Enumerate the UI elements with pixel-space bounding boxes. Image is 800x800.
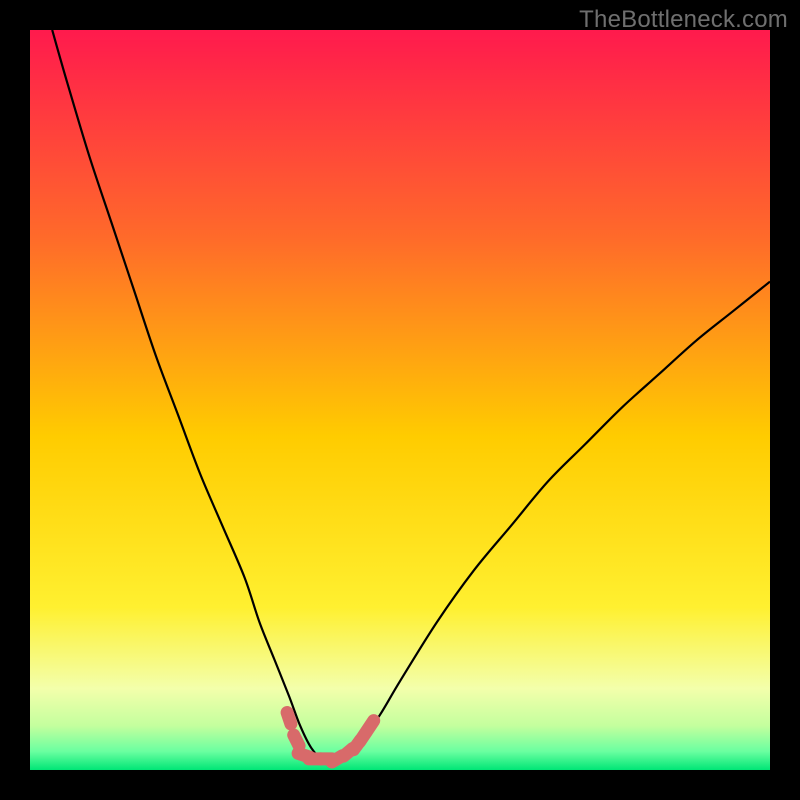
watermark-text: TheBottleneck.com <box>579 6 788 34</box>
marker-dot <box>287 713 291 724</box>
gradient-background <box>30 30 770 770</box>
marker-dot <box>367 721 374 731</box>
outer-frame: TheBottleneck.com <box>0 0 800 800</box>
plot-area <box>30 30 770 770</box>
chart-svg <box>30 30 770 770</box>
marker-dot <box>294 735 299 746</box>
